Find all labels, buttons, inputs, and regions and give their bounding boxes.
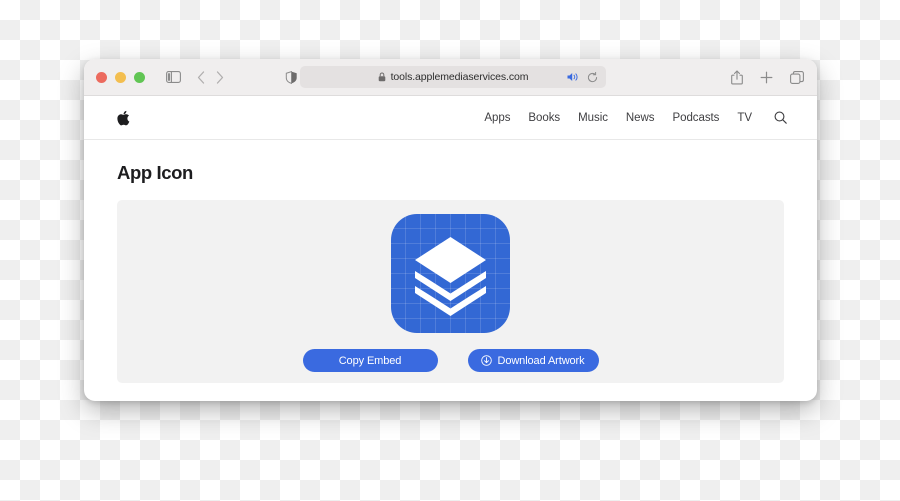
search-icon[interactable] — [774, 111, 787, 124]
copy-embed-button[interactable]: Copy Embed — [302, 349, 438, 372]
copy-embed-label: Copy Embed — [338, 354, 402, 367]
tab-overview-icon[interactable] — [790, 71, 804, 84]
maximize-button[interactable] — [134, 71, 145, 83]
nav-link-apps[interactable]: Apps — [484, 112, 510, 124]
artwork-panel: Copy Embed Download Artwork — [117, 200, 784, 383]
reload-icon[interactable] — [587, 71, 598, 83]
browser-window: tools.applemediaservices.com Apps Books … — [84, 59, 817, 401]
share-icon[interactable] — [731, 70, 743, 85]
plus-icon[interactable] — [760, 71, 773, 84]
lock-icon — [378, 72, 386, 82]
address-bar[interactable]: tools.applemediaservices.com — [300, 66, 606, 88]
stacked-layers-app-icon — [391, 214, 510, 333]
apple-logo-icon[interactable] — [117, 110, 130, 126]
speaker-icon[interactable] — [567, 72, 579, 82]
browser-toolbar: tools.applemediaservices.com — [84, 59, 817, 96]
chevron-right-icon[interactable] — [216, 70, 224, 84]
chevron-left-icon[interactable] — [197, 70, 205, 84]
download-circle-icon — [481, 355, 493, 366]
address-bar-actions — [567, 66, 598, 88]
nav-link-podcasts[interactable]: Podcasts — [672, 112, 719, 124]
site-navigation-bar: Apps Books Music News Podcasts TV — [84, 96, 817, 140]
contrast-circle-icon[interactable] — [285, 70, 298, 84]
page-title: App Icon — [117, 162, 193, 183]
layers-glyph-icon — [415, 237, 486, 316]
sidebar-icon[interactable] — [166, 71, 181, 83]
site-nav-links: Apps Books Music News Podcasts TV — [484, 111, 787, 124]
download-artwork-label: Download Artwork — [497, 354, 585, 367]
window-controls — [96, 71, 145, 83]
download-artwork-button[interactable]: Download Artwork — [467, 349, 599, 372]
url-text: tools.applemediaservices.com — [390, 71, 529, 83]
nav-link-books[interactable]: Books — [528, 112, 560, 124]
nav-link-music[interactable]: Music — [578, 112, 608, 124]
artwork-actions: Copy Embed Download Artwork — [302, 349, 599, 372]
main-content: App Icon Copy Embed Download Artwork — [84, 140, 817, 383]
close-button[interactable] — [96, 71, 107, 83]
toolbar-actions — [731, 59, 804, 96]
minimize-button[interactable] — [115, 71, 126, 83]
nav-link-tv[interactable]: TV — [737, 112, 752, 124]
page-root: tools.applemediaservices.com Apps Books … — [0, 0, 900, 501]
navigation-arrows — [197, 70, 224, 84]
nav-link-news[interactable]: News — [626, 112, 655, 124]
